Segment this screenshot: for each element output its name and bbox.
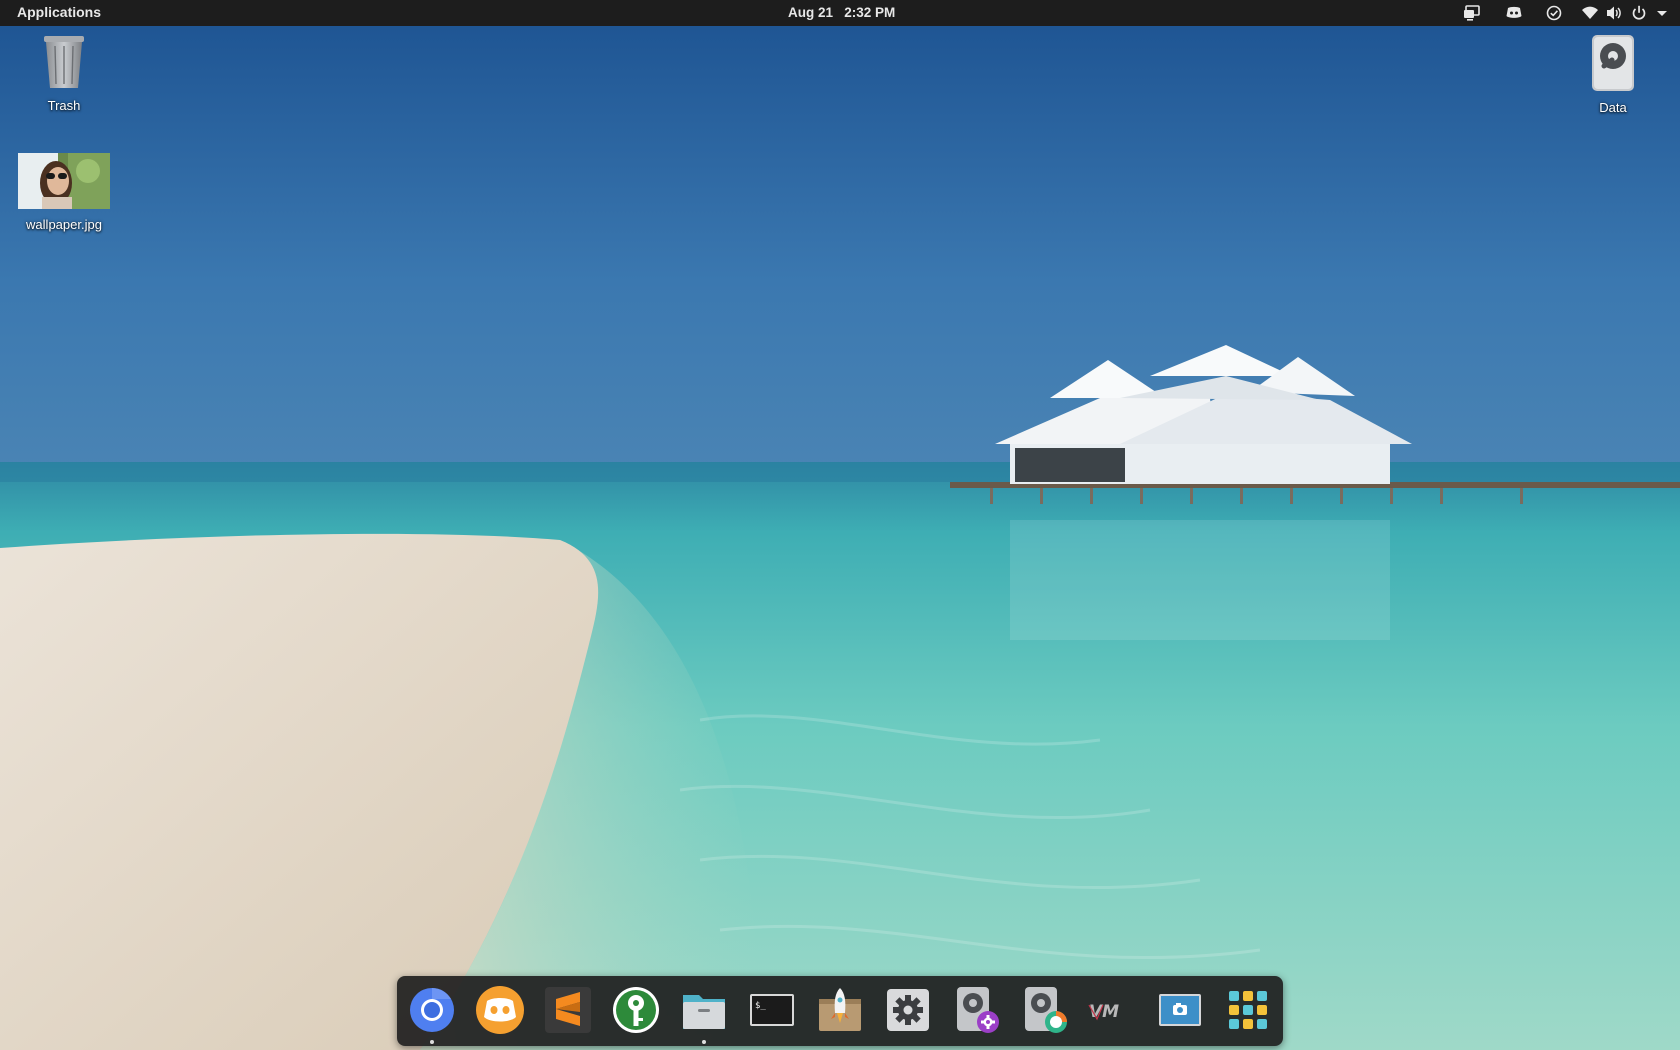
- dock-item-keepassxc[interactable]: [611, 985, 661, 1035]
- dock-item-app-grid[interactable]: [1223, 985, 1273, 1035]
- clock-date: Aug 21: [788, 5, 834, 20]
- drive-icon: [1592, 35, 1634, 91]
- wifi-icon[interactable]: [1581, 5, 1599, 21]
- dock-item-terminal[interactable]: $_: [747, 985, 797, 1035]
- power-icon[interactable]: [1630, 5, 1648, 21]
- chromium-icon: [410, 988, 454, 1032]
- dock-item-disks[interactable]: [951, 985, 1001, 1035]
- dock-item-chromium[interactable]: [407, 985, 457, 1044]
- desktop-icon-label: Data: [1599, 100, 1627, 115]
- sublime-text-icon: [545, 987, 591, 1033]
- clock-time: 2:32 PM: [844, 5, 896, 20]
- display-icon[interactable]: [1463, 5, 1481, 21]
- running-indicator: [702, 1040, 706, 1044]
- dock-item-discord[interactable]: [475, 985, 525, 1035]
- svg-text:$_: $_: [755, 1001, 766, 1011]
- dock-item-settings[interactable]: [883, 985, 933, 1035]
- app-grid-icon: [1229, 991, 1267, 1029]
- volume-icon[interactable]: [1605, 5, 1623, 21]
- image-thumbnail: [18, 153, 110, 209]
- discord-tray-icon[interactable]: [1505, 5, 1523, 21]
- chevron-down-icon[interactable]: [1653, 5, 1671, 21]
- desktop-icon-data[interactable]: Data: [1558, 34, 1668, 115]
- dock-item-files[interactable]: [679, 985, 729, 1044]
- terminal-icon: $_: [750, 994, 794, 1026]
- desktop-icon-label: Trash: [47, 98, 81, 113]
- desktop-wallpaper: [0, 0, 1680, 1050]
- dock-item-screenshot[interactable]: [1155, 985, 1205, 1035]
- running-indicator: [430, 1040, 434, 1044]
- trash-icon: [44, 36, 84, 88]
- discord-icon: [476, 986, 524, 1034]
- files-icon: [683, 995, 725, 1029]
- dock-item-sublime-text[interactable]: [543, 985, 593, 1035]
- desktop-icon-label: wallpaper.jpg: [26, 217, 102, 232]
- keepassxc-icon: [613, 987, 659, 1033]
- settings-icon: [887, 989, 929, 1031]
- desktop-icon-wallpaper[interactable]: wallpaper.jpg: [9, 153, 119, 232]
- dock: $_ VM: [397, 976, 1283, 1046]
- desktop-icon-trash[interactable]: Trash: [9, 34, 119, 113]
- disks-icon: [957, 987, 999, 1033]
- clock[interactable]: Aug 21 2:32 PM: [788, 5, 895, 20]
- check-circle-icon[interactable]: [1545, 5, 1563, 21]
- applications-menu[interactable]: Applications: [17, 4, 101, 20]
- vmware-icon: VM: [1088, 1002, 1119, 1022]
- pop-shop-icon: [819, 988, 861, 1031]
- disk-usage-icon: [1025, 987, 1067, 1033]
- dock-item-disk-usage[interactable]: [1019, 985, 1069, 1035]
- dock-item-vmware[interactable]: VM: [1087, 985, 1137, 1035]
- dock-item-pop-shop[interactable]: [815, 985, 865, 1035]
- top-panel: Applications Aug 21 2:32 PM: [0, 0, 1680, 26]
- screenshot-icon: [1159, 994, 1201, 1026]
